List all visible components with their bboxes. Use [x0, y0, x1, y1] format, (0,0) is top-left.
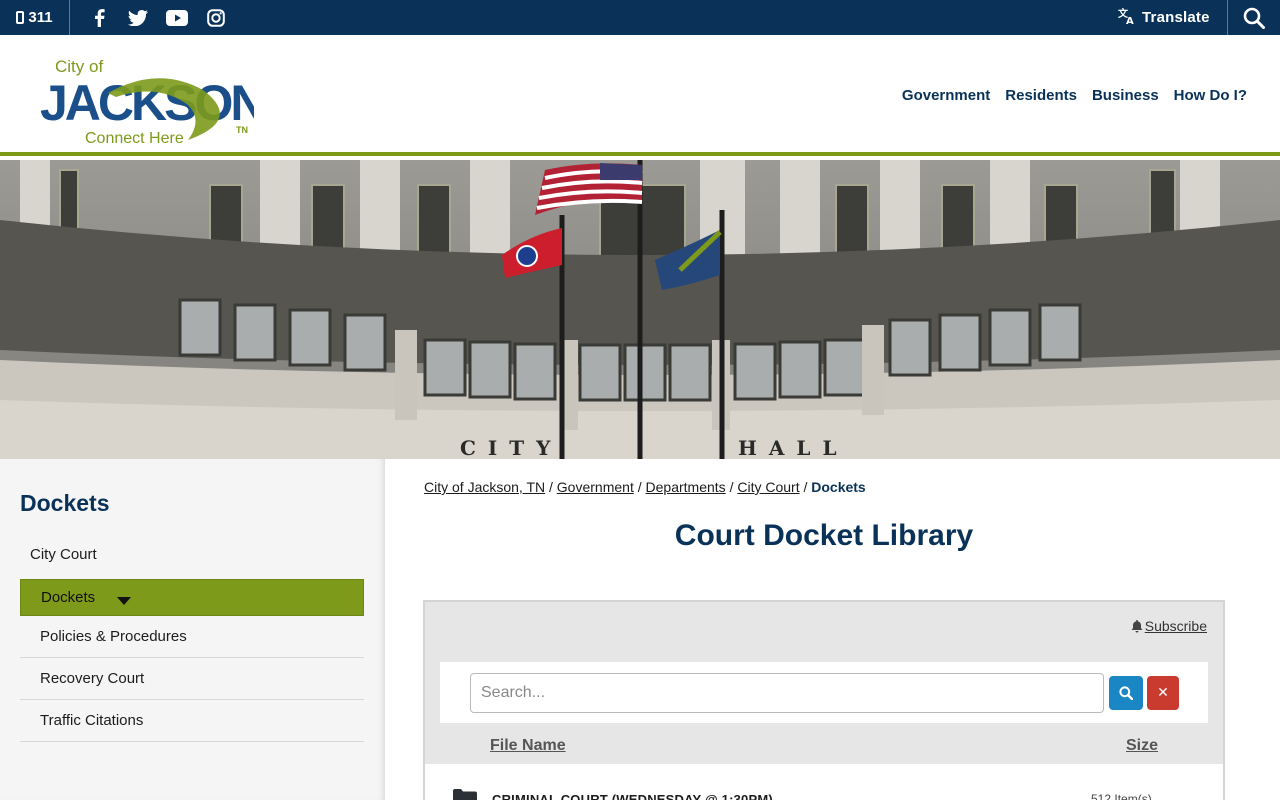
bell-icon [1131, 619, 1143, 632]
translate-label: Translate [1142, 9, 1210, 26]
sidebar-item-recovery-court[interactable]: Recovery Court [20, 658, 364, 700]
phone-311-label: 311 [28, 9, 53, 26]
nav-how-do-i[interactable]: How Do I? [1174, 87, 1247, 104]
logo-tagline: Connect Here [85, 130, 184, 147]
twitter-icon[interactable] [127, 7, 149, 29]
file-name[interactable]: CRIMINAL COURT (WEDNESDAY @ 1:30PM) [492, 792, 773, 800]
breadcrumb-departments[interactable]: Departments [646, 479, 726, 495]
sidebar-item-label: Policies & Procedures [40, 628, 187, 645]
breadcrumb-separator: / [637, 479, 642, 495]
library-search-input[interactable] [470, 673, 1104, 713]
sidebar: Dockets City Court Dockets Policies & Pr… [0, 459, 385, 800]
column-header-size[interactable]: Size [1126, 737, 1158, 755]
sidebar-item-traffic-citations[interactable]: Traffic Citations [20, 700, 364, 742]
file-size: 512 Item(s) [1091, 792, 1152, 800]
sidebar-title: Dockets [20, 490, 110, 516]
breadcrumb-home[interactable]: City of Jackson, TN [424, 479, 545, 495]
library-search-button[interactable] [1109, 676, 1143, 710]
logo-state: TN [236, 125, 248, 135]
sidebar-item-city-court[interactable]: City Court [30, 546, 97, 563]
sidebar-item-policies-procedures[interactable]: Policies & Procedures [20, 616, 364, 658]
utility-bar: 311 文A Translate [0, 0, 1280, 35]
breadcrumb-separator: / [729, 479, 734, 495]
search-icon [1243, 7, 1265, 29]
building-text-hall: HALL [738, 436, 849, 459]
sidebar-item-label: Recovery Court [40, 670, 145, 687]
social-links [88, 0, 227, 35]
table-row[interactable]: CRIMINAL COURT (WEDNESDAY @ 1:30PM) 512 … [425, 764, 1223, 800]
building-text-city: CITY [460, 436, 562, 459]
translate-button[interactable]: 文A Translate [1118, 0, 1228, 35]
close-icon: ✕ [1157, 685, 1169, 701]
nav-government[interactable]: Government [902, 87, 990, 104]
site-header: City of JACKSON Connect Here TN Governme… [0, 35, 1280, 156]
subscribe-label: Subscribe [1144, 618, 1207, 634]
breadcrumb-separator: / [549, 479, 553, 495]
breadcrumb-city-court[interactable]: City Court [737, 479, 799, 495]
breadcrumb-separator: / [803, 479, 808, 495]
site-search-button[interactable] [1227, 0, 1280, 35]
more-options-button[interactable]: ... [1185, 790, 1201, 800]
document-library: Subscribe ✕ File Name Size CRIMINAL COUR… [423, 600, 1225, 800]
svg-text:A: A [1126, 16, 1134, 25]
sidebar-item-label: Traffic Citations [40, 712, 144, 729]
phone-icon [16, 11, 25, 24]
youtube-icon[interactable] [166, 7, 188, 29]
sidebar-list: Dockets Policies & Procedures Recovery C… [20, 579, 364, 742]
page-title: Court Docket Library [674, 519, 974, 552]
instagram-icon[interactable] [205, 7, 227, 29]
breadcrumb: City of Jackson, TN / Government / Depar… [424, 479, 866, 495]
sidebar-item-dockets[interactable]: Dockets [20, 579, 364, 616]
nav-business[interactable]: Business [1092, 87, 1159, 104]
library-search-bar: ✕ [440, 662, 1208, 723]
sidebar-item-label: Dockets [41, 589, 96, 606]
city-logo[interactable]: City of JACKSON Connect Here TN [38, 45, 266, 149]
breadcrumb-current: Dockets [811, 479, 866, 495]
search-icon [1119, 686, 1133, 700]
column-header-file-name[interactable]: File Name [490, 737, 566, 755]
phone-311-link[interactable]: 311 [0, 0, 70, 35]
facebook-icon[interactable] [88, 7, 110, 29]
hero-image: CITY HALL [0, 160, 1280, 459]
breadcrumb-government[interactable]: Government [557, 479, 634, 495]
folder-icon [453, 789, 477, 800]
logo-city-of: City of [55, 57, 103, 76]
library-clear-button[interactable]: ✕ [1147, 676, 1179, 710]
subscribe-link[interactable]: Subscribe [1131, 618, 1207, 634]
translate-icon: 文A [1118, 7, 1136, 29]
caret-down-icon[interactable] [117, 597, 131, 605]
main-nav: Government Residents Business How Do I? [902, 87, 1247, 104]
nav-residents[interactable]: Residents [1005, 87, 1077, 104]
